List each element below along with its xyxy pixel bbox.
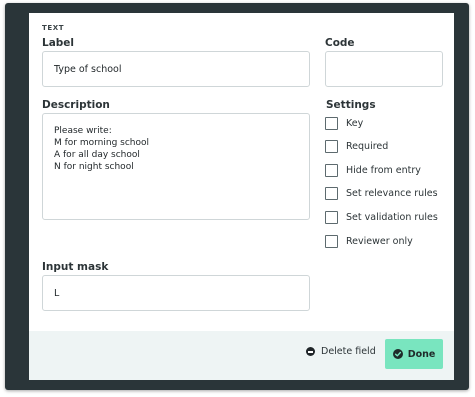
done-label: Done bbox=[407, 348, 436, 360]
label-heading: Label bbox=[42, 37, 75, 49]
input-mask-heading: Input mask bbox=[42, 261, 109, 273]
label-input[interactable]: Type of school bbox=[42, 51, 310, 87]
setting-reviewer-only[interactable]: Reviewer only bbox=[325, 235, 413, 248]
reviewer-only-label: Reviewer only bbox=[346, 236, 413, 247]
description-line: N for night school bbox=[54, 162, 134, 172]
input-mask-input[interactable]: L bbox=[42, 275, 310, 311]
description-line: Please write: bbox=[54, 126, 112, 136]
description-line: A for all day school bbox=[54, 150, 140, 160]
validation-rules-checkbox[interactable] bbox=[325, 211, 338, 224]
setting-validation-rules[interactable]: Set validation rules bbox=[325, 211, 438, 224]
delete-field-label: Delete field bbox=[321, 346, 376, 357]
done-button[interactable]: Done bbox=[385, 339, 443, 369]
hide-from-entry-checkbox[interactable] bbox=[325, 164, 338, 177]
label-input-value: Type of school bbox=[54, 63, 122, 75]
required-label: Required bbox=[346, 141, 389, 152]
required-checkbox[interactable] bbox=[325, 140, 338, 153]
input-mask-value: L bbox=[54, 287, 60, 299]
delete-field-button[interactable]: Delete field bbox=[306, 346, 376, 357]
field-editor-modal: TEXT Label Type of school Code Descripti… bbox=[29, 13, 454, 380]
key-label: Key bbox=[346, 118, 364, 129]
description-textarea[interactable]: Please write: M for morning school A for… bbox=[42, 113, 310, 220]
setting-hide-from-entry[interactable]: Hide from entry bbox=[325, 164, 421, 177]
modal-footer: Delete field Done bbox=[29, 331, 454, 380]
check-circle-icon bbox=[392, 349, 403, 359]
setting-required[interactable]: Required bbox=[325, 140, 388, 153]
setting-key[interactable]: Key bbox=[325, 117, 363, 130]
reviewer-only-checkbox[interactable] bbox=[325, 235, 338, 248]
key-checkbox[interactable] bbox=[325, 117, 338, 130]
hide-from-entry-label: Hide from entry bbox=[346, 165, 421, 176]
description-heading: Description bbox=[42, 99, 110, 111]
code-heading: Code bbox=[325, 37, 355, 49]
validation-rules-label: Set validation rules bbox=[346, 212, 438, 223]
relevance-rules-label: Set relevance rules bbox=[346, 188, 438, 199]
minus-circle-icon bbox=[306, 347, 315, 356]
field-type-label: TEXT bbox=[42, 24, 65, 32]
relevance-rules-checkbox[interactable] bbox=[325, 187, 338, 200]
settings-heading: Settings bbox=[326, 99, 376, 111]
code-input[interactable] bbox=[325, 51, 443, 87]
description-line: M for morning school bbox=[54, 138, 150, 148]
setting-relevance-rules[interactable]: Set relevance rules bbox=[325, 187, 438, 200]
